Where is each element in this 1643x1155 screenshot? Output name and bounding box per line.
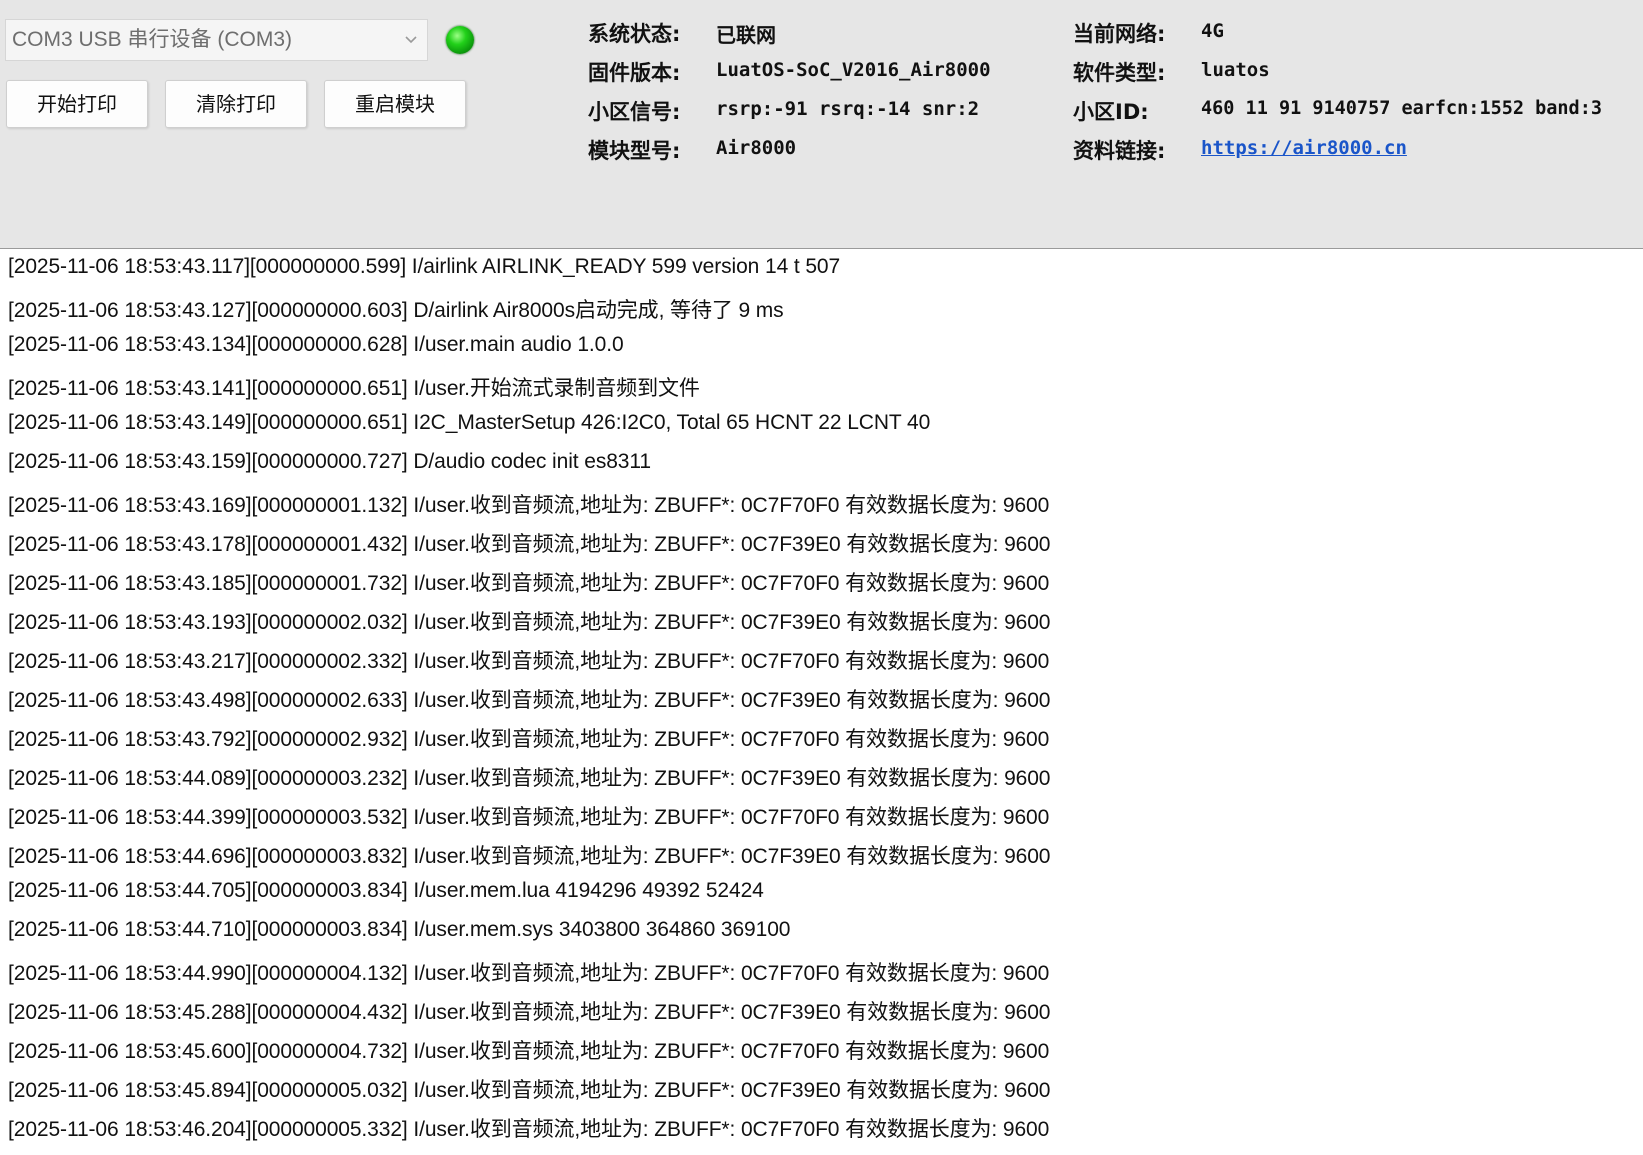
- start-print-button[interactable]: 开始打印: [6, 80, 148, 128]
- status-led-icon: [446, 26, 474, 54]
- clear-print-button[interactable]: 清除打印: [165, 80, 307, 128]
- control-panel: COM3 USB 串行设备 (COM3) 开始打印 清除打印 重启模块 系统状态…: [0, 0, 1643, 248]
- log-line: [2025-11-06 18:53:44.696][000000003.832]…: [8, 845, 1051, 868]
- log-line: [2025-11-06 18:53:43.159][000000000.727]…: [8, 450, 651, 473]
- log-output[interactable]: [2025-11-06 18:53:43.117][000000000.599]…: [0, 248, 1643, 1155]
- clipped-row: [588, 0, 678, 3]
- log-line: [2025-11-06 18:53:43.193][000000002.032]…: [8, 611, 1051, 634]
- log-line: [2025-11-06 18:53:43.134][000000000.628]…: [8, 333, 624, 356]
- log-line: [2025-11-06 18:53:45.894][000000005.032]…: [8, 1079, 1051, 1102]
- cell-signal-value: rsrp:-91 rsrq:-14 snr:2: [716, 98, 980, 120]
- software-type-label: 软件类型:: [1073, 61, 1166, 85]
- firmware-version-value: LuatOS-SoC_V2016_Air8000: [716, 59, 991, 81]
- log-line: [2025-11-06 18:53:46.204][000000005.332]…: [8, 1118, 1050, 1141]
- log-line: [2025-11-06 18:53:43.141][000000000.651]…: [8, 377, 700, 400]
- log-line: [2025-11-06 18:53:43.127][000000000.603]…: [8, 299, 784, 322]
- firmware-version-label: 固件版本:: [588, 61, 681, 85]
- docs-link-label: 资料链接:: [1073, 139, 1166, 163]
- restart-module-button[interactable]: 重启模块: [324, 80, 466, 128]
- module-model-value: Air8000: [716, 137, 797, 159]
- chevron-down-icon[interactable]: [403, 20, 419, 76]
- cell-signal-label: 小区信号:: [588, 100, 681, 124]
- cell-id-value: 460 11 91 9140757 earfcn:1552 band:3: [1201, 98, 1602, 119]
- docs-link[interactable]: https://air8000.cn: [1201, 137, 1407, 159]
- log-line: [2025-11-06 18:53:43.217][000000002.332]…: [8, 650, 1050, 673]
- log-line: [2025-11-06 18:53:45.600][000000004.732]…: [8, 1040, 1050, 1063]
- log-line: [2025-11-06 18:53:43.149][000000000.651]…: [8, 411, 931, 434]
- module-model-label: 模块型号:: [588, 139, 681, 163]
- log-line: [2025-11-06 18:53:43.178][000000001.432]…: [8, 533, 1051, 556]
- log-line: [2025-11-06 18:53:45.288][000000004.432]…: [8, 1001, 1051, 1024]
- log-line: [2025-11-06 18:53:43.169][000000001.132]…: [8, 494, 1050, 517]
- log-line: [2025-11-06 18:53:44.710][000000003.834]…: [8, 918, 791, 941]
- log-line: [2025-11-06 18:53:43.185][000000001.732]…: [8, 572, 1050, 595]
- log-line: [2025-11-06 18:53:43.117][000000000.599]…: [8, 255, 841, 278]
- current-network-label: 当前网络:: [1073, 22, 1166, 46]
- current-network-value: 4G: [1201, 20, 1224, 42]
- software-type-value: luatos: [1201, 59, 1270, 81]
- log-line: [2025-11-06 18:53:43.498][000000002.633]…: [8, 689, 1051, 712]
- system-status-label: 系统状态:: [588, 22, 681, 46]
- port-select[interactable]: COM3 USB 串行设备 (COM3): [5, 19, 428, 61]
- cell-id-label: 小区ID:: [1073, 100, 1149, 124]
- port-select-value: COM3 USB 串行设备 (COM3): [12, 28, 293, 51]
- log-line: [2025-11-06 18:53:43.792][000000002.932]…: [8, 728, 1050, 751]
- system-status-value: 已联网: [716, 23, 776, 47]
- log-line: [2025-11-06 18:53:44.399][000000003.532]…: [8, 806, 1050, 829]
- log-line: [2025-11-06 18:53:44.705][000000003.834]…: [8, 879, 764, 902]
- log-line: [2025-11-06 18:53:44.089][000000003.232]…: [8, 767, 1051, 790]
- log-line: [2025-11-06 18:53:44.990][000000004.132]…: [8, 962, 1050, 985]
